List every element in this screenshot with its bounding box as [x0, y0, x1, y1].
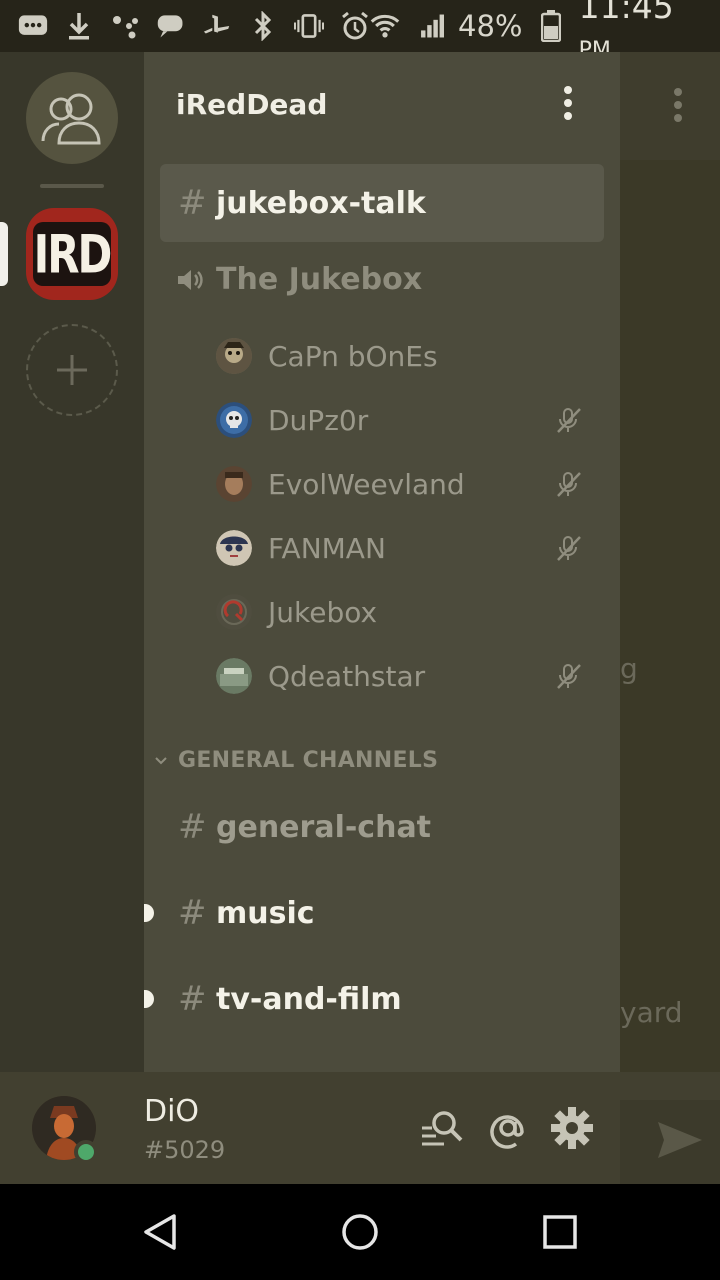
system-nav-bar — [0, 1184, 720, 1280]
guild-menu-icon[interactable] — [560, 86, 576, 122]
mic-muted-icon — [557, 472, 581, 497]
direct-messages-button[interactable] — [26, 72, 118, 164]
alarm-icon — [340, 11, 370, 41]
speaker-icon — [178, 269, 203, 290]
chat-header — [620, 52, 720, 160]
download-icon — [64, 11, 94, 41]
avatar — [216, 658, 252, 694]
avatar — [216, 402, 252, 438]
rail-divider — [40, 184, 104, 188]
home-icon[interactable] — [340, 1212, 380, 1252]
unread-indicator — [144, 904, 154, 922]
channel-jukebox-talk[interactable]: # jukebox-talk — [160, 164, 604, 242]
voice-user[interactable]: FANMAN — [216, 520, 596, 576]
hash-icon: # — [178, 979, 207, 1019]
plus-icon — [57, 355, 87, 385]
channel-panel: iRedDead # jukebox-talk The Jukebox CaPn… — [144, 52, 620, 1072]
battery-percent: 48% — [458, 9, 523, 43]
selected-guild-indicator — [0, 222, 8, 286]
wifi-icon — [370, 11, 400, 41]
voice-user[interactable]: Jukebox — [216, 584, 596, 640]
category-general-channels[interactable]: GENERAL CHANNELS — [154, 748, 438, 773]
assistant-icon — [110, 11, 140, 41]
user-discriminator: #5029 — [144, 1136, 226, 1164]
voice-user[interactable]: DuPz0r — [216, 392, 596, 448]
chevron-down-icon — [155, 756, 167, 764]
avatar — [216, 338, 252, 374]
recents-icon[interactable] — [540, 1212, 580, 1252]
hash-icon: # — [178, 183, 207, 223]
hash-icon: # — [178, 893, 207, 933]
chat-menu-icon — [672, 88, 684, 128]
voice-user[interactable]: EvolWeevland — [216, 456, 596, 512]
status-bar: 48% 11:45 PM — [0, 0, 720, 63]
message-notification-icon — [18, 11, 48, 41]
chat-background: g yard — [620, 52, 720, 1072]
avatar — [216, 466, 252, 502]
guild-icon-iredded[interactable]: IRD — [26, 208, 118, 300]
bluetooth-icon — [248, 11, 278, 41]
voice-user[interactable]: CaPn bOnEs — [216, 328, 596, 384]
background-text: yard — [620, 996, 683, 1029]
avatar — [216, 530, 252, 566]
signal-icon — [414, 11, 444, 41]
channel-tv-and-film[interactable]: # tv-and-film — [144, 960, 604, 1038]
add-server-button[interactable] — [26, 324, 118, 416]
avatar — [216, 594, 252, 630]
voice-user[interactable]: Qdeathstar — [216, 648, 596, 704]
mic-muted-icon — [557, 536, 581, 561]
chat-input-area — [620, 1100, 720, 1184]
game-chat-icon — [156, 11, 186, 41]
playstation-icon — [202, 11, 232, 41]
hash-icon: # — [178, 807, 207, 847]
online-status-indicator — [74, 1140, 98, 1164]
guild-rail: IRD — [0, 52, 144, 1072]
guild-logo: IRD — [33, 222, 112, 286]
user-bar: DiO #5029 — [0, 1072, 720, 1184]
mic-muted-icon — [557, 408, 581, 433]
channel-general-chat[interactable]: # general-chat — [160, 788, 604, 866]
background-text: g — [620, 652, 638, 685]
username: DiO — [144, 1094, 200, 1129]
unread-indicator — [144, 990, 154, 1008]
gear-icon[interactable] — [550, 1106, 594, 1150]
back-icon[interactable] — [140, 1212, 180, 1252]
voice-channel-the-jukebox[interactable]: The Jukebox — [176, 262, 422, 297]
friends-icon — [41, 93, 101, 145]
battery-icon — [536, 10, 564, 42]
mentions-icon[interactable] — [486, 1106, 530, 1150]
channel-music[interactable]: # music — [144, 874, 604, 952]
guild-header[interactable]: iRedDead — [144, 52, 620, 156]
send-icon — [658, 1122, 702, 1158]
vibrate-icon — [294, 11, 324, 41]
mic-muted-icon — [557, 664, 581, 689]
search-icon[interactable] — [420, 1106, 464, 1150]
guild-name: iRedDead — [176, 87, 328, 121]
